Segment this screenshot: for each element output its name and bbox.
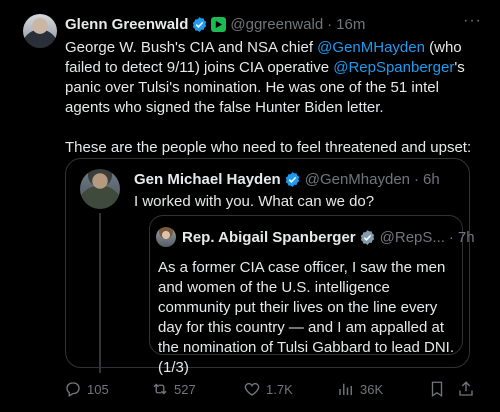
bookmark-button[interactable] (428, 379, 446, 399)
repost-icon (153, 383, 167, 395)
text-segment: George W. Bush's CIA and NSA chief (65, 39, 318, 56)
views-button[interactable]: 36K (337, 379, 383, 399)
tweet-timestamp[interactable]: 16m (336, 16, 365, 33)
reply-button[interactable]: 105 (64, 379, 109, 399)
nested-quoted-author-name[interactable]: Rep. Abigail Spanberger (182, 229, 356, 246)
tweet-header: Glenn Greenwald @ggreenwald · 16m ··· (65, 12, 482, 34)
verified-icon (360, 229, 374, 245)
nested-quoted-timestamp[interactable]: 7h (458, 229, 475, 246)
like-icon (244, 382, 260, 396)
repost-count: 527 (174, 381, 196, 397)
quoted-tweet[interactable]: Gen Michael Hayden @GenMhayden · 6h I wo… (65, 158, 475, 376)
separator-dot: · (448, 228, 454, 246)
quoted-avatar[interactable] (80, 169, 120, 209)
separator-dot: · (327, 15, 333, 33)
verified-icon (193, 16, 207, 32)
bookmark-icon (431, 381, 443, 398)
mention-link-repspanberger[interactable]: @RepSpanberger (333, 59, 454, 76)
views-icon (339, 383, 352, 395)
app-badge-icon (211, 16, 227, 32)
tweet-text: George W. Bush's CIA and NSA chief @GenM… (65, 38, 485, 158)
share-button[interactable] (457, 379, 475, 399)
quoted-author-handle[interactable]: @GenMhayden (305, 171, 410, 188)
avatar[interactable] (23, 14, 57, 48)
quoted-tweet-text: I worked with you. What can we do? (134, 193, 375, 210)
thread-line (99, 213, 101, 373)
views-count: 36K (360, 381, 384, 397)
nested-quoted-avatar[interactable] (156, 227, 176, 247)
nested-quoted-tweet[interactable]: Rep. Abigail Spanberger @RepS... · 7h As… (149, 215, 475, 376)
like-button[interactable]: 1.7K (243, 379, 293, 399)
author-handle[interactable]: @ggreenwald (230, 16, 323, 33)
reply-icon (66, 382, 80, 397)
nested-quoted-author-handle[interactable]: @RepS... (380, 229, 445, 246)
separator-dot: · (414, 170, 420, 188)
quoted-author-name[interactable]: Gen Michael Hayden (134, 171, 281, 188)
quoted-timestamp[interactable]: 6h (423, 171, 440, 188)
tweet-paragraph-2: These are the people who need to feel th… (65, 139, 472, 156)
nested-quoted-text: As a former CIA case officer, I saw the … (158, 259, 455, 376)
author-name[interactable]: Glenn Greenwald (65, 16, 188, 33)
verified-icon (285, 171, 299, 187)
action-bar: 105 527 1.7K 36K (64, 379, 476, 399)
tweet-paragraph-1: George W. Bush's CIA and NSA chief @GenM… (65, 38, 485, 118)
nested-quoted-header: Rep. Abigail Spanberger @RepS... · 7h (182, 227, 475, 247)
tweet[interactable]: Glenn Greenwald @ggreenwald · 16m ··· Ge… (0, 0, 500, 412)
like-count: 1.7K (266, 381, 293, 397)
mention-link-genmhayden[interactable]: @GenMHayden (317, 39, 425, 56)
share-icon (459, 381, 473, 396)
reply-count: 105 (87, 381, 109, 397)
repost-button[interactable]: 527 (151, 379, 196, 399)
more-icon[interactable]: ··· (463, 12, 482, 30)
quoted-tweet-header: Gen Michael Hayden @GenMhayden · 6h (134, 169, 459, 189)
